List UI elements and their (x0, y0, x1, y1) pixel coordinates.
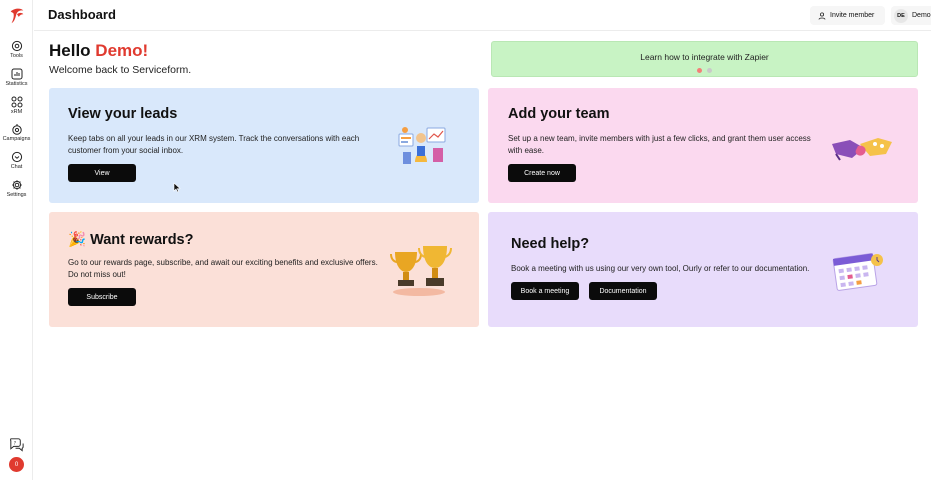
documentation-button[interactable]: Documentation (589, 282, 657, 300)
view-leads-card: View your leads Keep tabs on all your le… (49, 88, 479, 203)
sidebar-item-label: xRM (10, 109, 23, 115)
avatar[interactable]: 0 (9, 457, 24, 472)
rewards-card: 🎉 Want rewards? Go to our rewards page, … (49, 212, 479, 327)
add-team-card: Add your team Set up a new team, invite … (488, 88, 918, 203)
card-description: Set up a new team, invite members with j… (508, 134, 811, 155)
mouse-cursor-icon (173, 182, 181, 193)
card-title: 🎉 Want rewards? (68, 232, 194, 248)
xrm-icon (11, 96, 22, 108)
card-title: Add your team (508, 106, 610, 122)
sidebar-item-label: Campaigns (2, 136, 31, 142)
card-title: View your leads (68, 106, 178, 122)
user-name: Demo (912, 12, 931, 19)
book-meeting-button[interactable]: Book a meeting (511, 282, 579, 300)
welcome-text: Welcome back to Serviceform. (49, 64, 192, 76)
sidebar: Tools Statistics xRM Campaigns Chat Sett… (0, 0, 33, 480)
card-description: Keep tabs on all your leads in our XRM s… (68, 134, 360, 155)
settings-icon (11, 180, 22, 190)
chat-icon (11, 151, 22, 163)
need-help-card: Need help? Book a meeting with us using … (488, 212, 918, 327)
sidebar-item-label: Chat (10, 164, 23, 170)
invite-member-button[interactable]: Invite member (810, 6, 885, 25)
invite-member-label: Invite member (830, 12, 875, 19)
brand-logo-icon[interactable] (8, 7, 26, 25)
greeting-user-name: Demo! (95, 41, 149, 60)
sidebar-item-xrm[interactable]: xRM (0, 96, 33, 115)
card-description: Go to our rewards page, subscribe, and a… (68, 258, 378, 279)
card-title: Need help? (511, 236, 590, 252)
create-team-button[interactable]: Create now (508, 164, 576, 182)
carousel-dot[interactable] (697, 68, 702, 73)
greeting-heading: Hello Demo! (49, 41, 148, 61)
view-leads-button[interactable]: View (68, 164, 136, 182)
calendar-illustration (832, 253, 883, 291)
card-description: Book a meeting with us using our very ow… (511, 264, 810, 273)
sidebar-item-settings[interactable]: Settings (0, 179, 33, 198)
sidebar-item-label: Settings (6, 192, 27, 198)
support-chat-icon[interactable]: ? (8, 436, 25, 453)
statistics-icon (11, 68, 22, 80)
page-title: Dashboard (48, 7, 116, 22)
subscribe-button[interactable]: Subscribe (68, 288, 136, 306)
sidebar-item-label: Statistics (5, 81, 28, 87)
top-bar: Dashboard Invite member DE Demo (34, 0, 931, 31)
trophy-illustration (390, 246, 452, 296)
user-menu-button[interactable]: DE Demo (891, 6, 931, 25)
campaigns-icon (11, 124, 22, 135)
sidebar-item-chat[interactable]: Chat (0, 151, 33, 170)
sidebar-item-statistics[interactable]: Statistics (0, 68, 33, 87)
zapier-banner-text: Learn how to integrate with Zapier (640, 52, 769, 62)
carousel-dots (492, 68, 917, 73)
handshake-illustration (832, 138, 892, 161)
tools-icon (11, 40, 22, 52)
avatar: DE (894, 8, 908, 23)
svg-text:?: ? (14, 441, 17, 447)
sidebar-item-label: Tools (10, 53, 23, 59)
zapier-banner[interactable]: Learn how to integrate with Zapier (491, 41, 918, 77)
carousel-dot[interactable] (707, 68, 712, 73)
leads-illustration (398, 127, 446, 164)
greeting-hello: Hello (49, 41, 91, 60)
sidebar-item-campaigns[interactable]: Campaigns (0, 123, 33, 142)
sidebar-item-tools[interactable]: Tools (0, 40, 33, 59)
user-icon (818, 11, 826, 20)
